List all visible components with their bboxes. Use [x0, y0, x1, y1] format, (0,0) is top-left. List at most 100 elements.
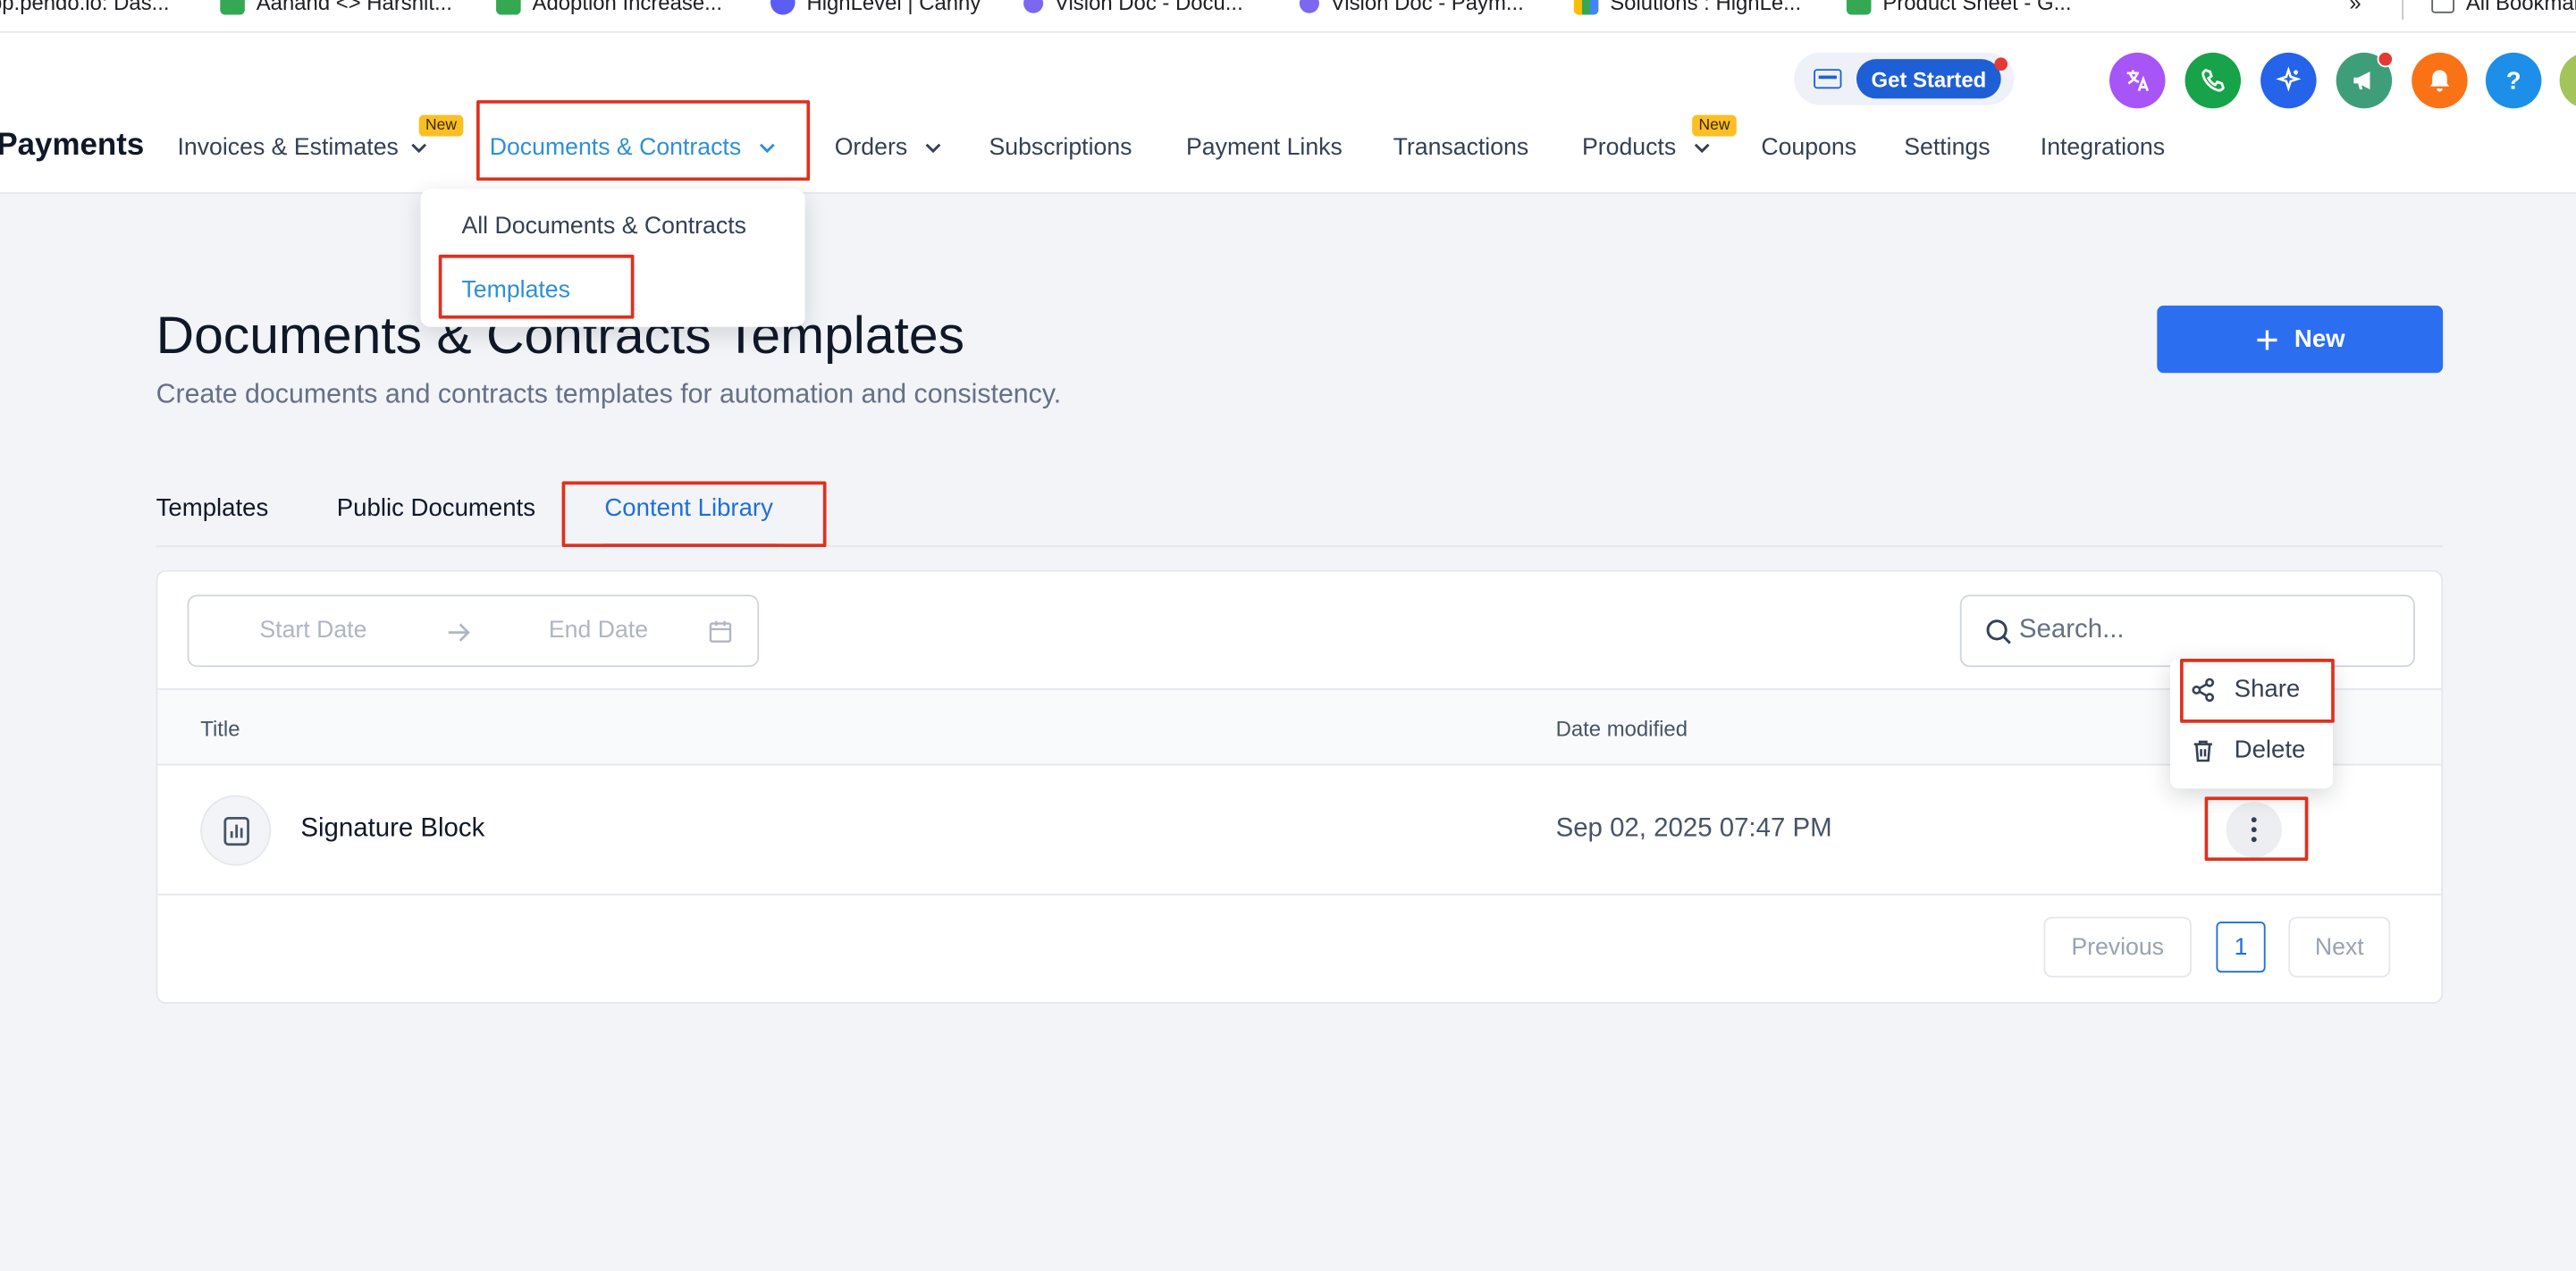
document-avatar	[200, 795, 272, 866]
question-icon: ?	[2505, 66, 2521, 95]
chevron-down-icon	[410, 143, 426, 154]
credit-card-icon	[1814, 69, 1842, 89]
chart-document-icon	[223, 816, 248, 846]
nav-documents-contracts[interactable]: Documents & Contracts	[490, 135, 778, 161]
translate-button[interactable]	[2109, 52, 2166, 109]
date-range-picker[interactable]: Start Date End Date	[187, 594, 760, 668]
new-badge: New	[418, 114, 464, 137]
nav-label: Coupons	[1761, 134, 1857, 162]
chevron-down-icon	[926, 143, 941, 154]
chevron-down-icon	[1695, 143, 1710, 154]
get-started-pill: Get Started	[1794, 52, 2015, 105]
user-avatar[interactable]	[2559, 52, 2576, 109]
phone-button[interactable]	[2185, 52, 2242, 109]
end-date-input[interactable]: End Date	[549, 618, 648, 644]
nav-coupons[interactable]: Coupons	[1761, 135, 1856, 161]
share-label: Share	[2234, 675, 2301, 703]
row-actions-button[interactable]	[2226, 801, 2282, 858]
chevron-down-icon	[760, 143, 775, 154]
nav-label: Integrations	[2040, 134, 2166, 162]
page-1-button[interactable]: 1	[2216, 922, 2266, 973]
content-library-card: Start Date End Date Title Date modified …	[156, 569, 2444, 1005]
nav-label: Invoices & Estimates	[177, 134, 399, 162]
bookmark-0[interactable]: pp.pendo.io: Das...	[0, 0, 170, 15]
notification-dot	[2377, 50, 2394, 68]
menu-item-all-documents[interactable]: All Documents & Contracts	[461, 214, 745, 240]
delete-label: Delete	[2234, 736, 2306, 764]
bookmarks-divider	[2402, 0, 2403, 21]
bookmark-2[interactable]: Adoption Increase...	[496, 0, 722, 15]
bookmark-1[interactable]: Aanand <> Harshit...	[220, 0, 452, 15]
bookmark-6[interactable]: Solutions : HighLe...	[1573, 0, 1802, 15]
nav-transactions[interactable]: Transactions	[1393, 135, 1529, 161]
tab-content-library[interactable]: Content Library	[604, 494, 773, 522]
row-title[interactable]: Signature Block	[300, 815, 484, 845]
all-bookmarks[interactable]: All Bookmarks	[2431, 0, 2576, 15]
nav-label: Transactions	[1393, 134, 1529, 162]
table-row[interactable]: Signature Block Sep 02, 2025 07:47 PM	[157, 766, 2442, 896]
tab-bar: Templates Public Documents Content Libra…	[156, 476, 2444, 548]
announcements-button[interactable]	[2336, 50, 2394, 109]
active-tab-indicator	[602, 543, 778, 548]
bookmarks-bar: pp.pendo.io: Das... Aanand <> Harshit...…	[0, 0, 2576, 33]
calendar-icon	[709, 620, 732, 643]
sparkle-icon	[2276, 66, 2302, 92]
nav-invoices-estimates[interactable]: Invoices & Estimates	[178, 135, 428, 161]
sheets-icon	[496, 0, 521, 15]
translate-icon	[2126, 70, 2150, 92]
double-chevron-icon: »	[2349, 0, 2361, 15]
nav-label: Orders	[834, 134, 908, 162]
nav-payment-links[interactable]: Payment Links	[1186, 135, 1343, 161]
previous-page-button[interactable]: Previous	[2043, 916, 2192, 978]
nav-products[interactable]: Products	[1582, 135, 1713, 161]
get-started-button[interactable]: Get Started	[1856, 59, 2001, 99]
search-input[interactable]	[2018, 612, 2397, 650]
bookmark-label: pp.pendo.io: Das...	[0, 0, 170, 15]
ai-assistant-button[interactable]	[2260, 52, 2317, 109]
row-actions-menu: Share Delete	[2169, 659, 2333, 789]
nav-integrations[interactable]: Integrations	[2041, 135, 2165, 161]
bookmark-label: Product Sheet - G...	[1882, 0, 2072, 15]
bookmarks-more[interactable]: »	[2349, 0, 2361, 15]
nav-orders[interactable]: Orders	[835, 135, 944, 161]
trash-icon	[2193, 739, 2212, 762]
nav-label: Documents & Contracts	[489, 134, 742, 162]
next-page-button[interactable]: Next	[2288, 916, 2391, 978]
sheets-icon	[220, 0, 245, 15]
bookmark-3[interactable]: HighLevel | Canny	[770, 0, 981, 15]
sheets-icon	[1846, 0, 1872, 15]
bookmark-7[interactable]: Product Sheet - G...	[1846, 0, 2072, 15]
start-date-input[interactable]: Start Date	[259, 618, 366, 644]
bookmark-label: Aanand <> Harshit...	[256, 0, 452, 15]
nav-subscriptions[interactable]: Subscriptions	[989, 135, 1132, 161]
megaphone-icon	[2353, 72, 2370, 89]
help-button[interactable]: ?	[2485, 52, 2542, 109]
new-button[interactable]: New	[2157, 305, 2444, 374]
nav-label: Settings	[1904, 134, 1991, 162]
bookmark-4[interactable]: Vision Doc - Docu...	[1023, 0, 1243, 15]
bars-icon	[1573, 0, 1599, 15]
column-title[interactable]: Title	[200, 716, 240, 741]
menu-item-templates[interactable]: Templates	[461, 278, 569, 304]
all-bookmarks-label: All Bookmarks	[2465, 0, 2576, 15]
nav-label: Payment Links	[1186, 134, 1343, 162]
tab-templates[interactable]: Templates	[156, 494, 269, 522]
nav-label: Subscriptions	[989, 134, 1132, 162]
column-date-modified[interactable]: Date modified	[1556, 716, 1688, 741]
arrow-right-icon	[448, 623, 470, 642]
share-menu-item[interactable]: Share	[2190, 675, 2300, 703]
share-icon	[2192, 677, 2215, 702]
bookmark-5[interactable]: Vision Doc - Paym...	[1299, 0, 1524, 15]
bookmark-label: HighLevel | Canny	[806, 0, 981, 15]
bookmark-label: Solutions : HighLe...	[1610, 0, 1802, 15]
page-subtitle: Create documents and contracts templates…	[156, 379, 1062, 409]
notifications-button[interactable]	[2412, 52, 2468, 109]
tab-public-documents[interactable]: Public Documents	[337, 494, 535, 522]
app-header: Get Started ? Payments Invoices & Estima…	[0, 32, 2576, 194]
delete-menu-item[interactable]: Delete	[2190, 736, 2306, 764]
table-header: Title Date modified	[157, 688, 2442, 766]
documents-contracts-dropdown: All Documents & Contracts Templates	[420, 189, 805, 327]
bookmark-label: Vision Doc - Paym...	[1330, 0, 1524, 15]
nav-settings[interactable]: Settings	[1904, 135, 1990, 161]
clickup-icon	[1299, 0, 1319, 13]
